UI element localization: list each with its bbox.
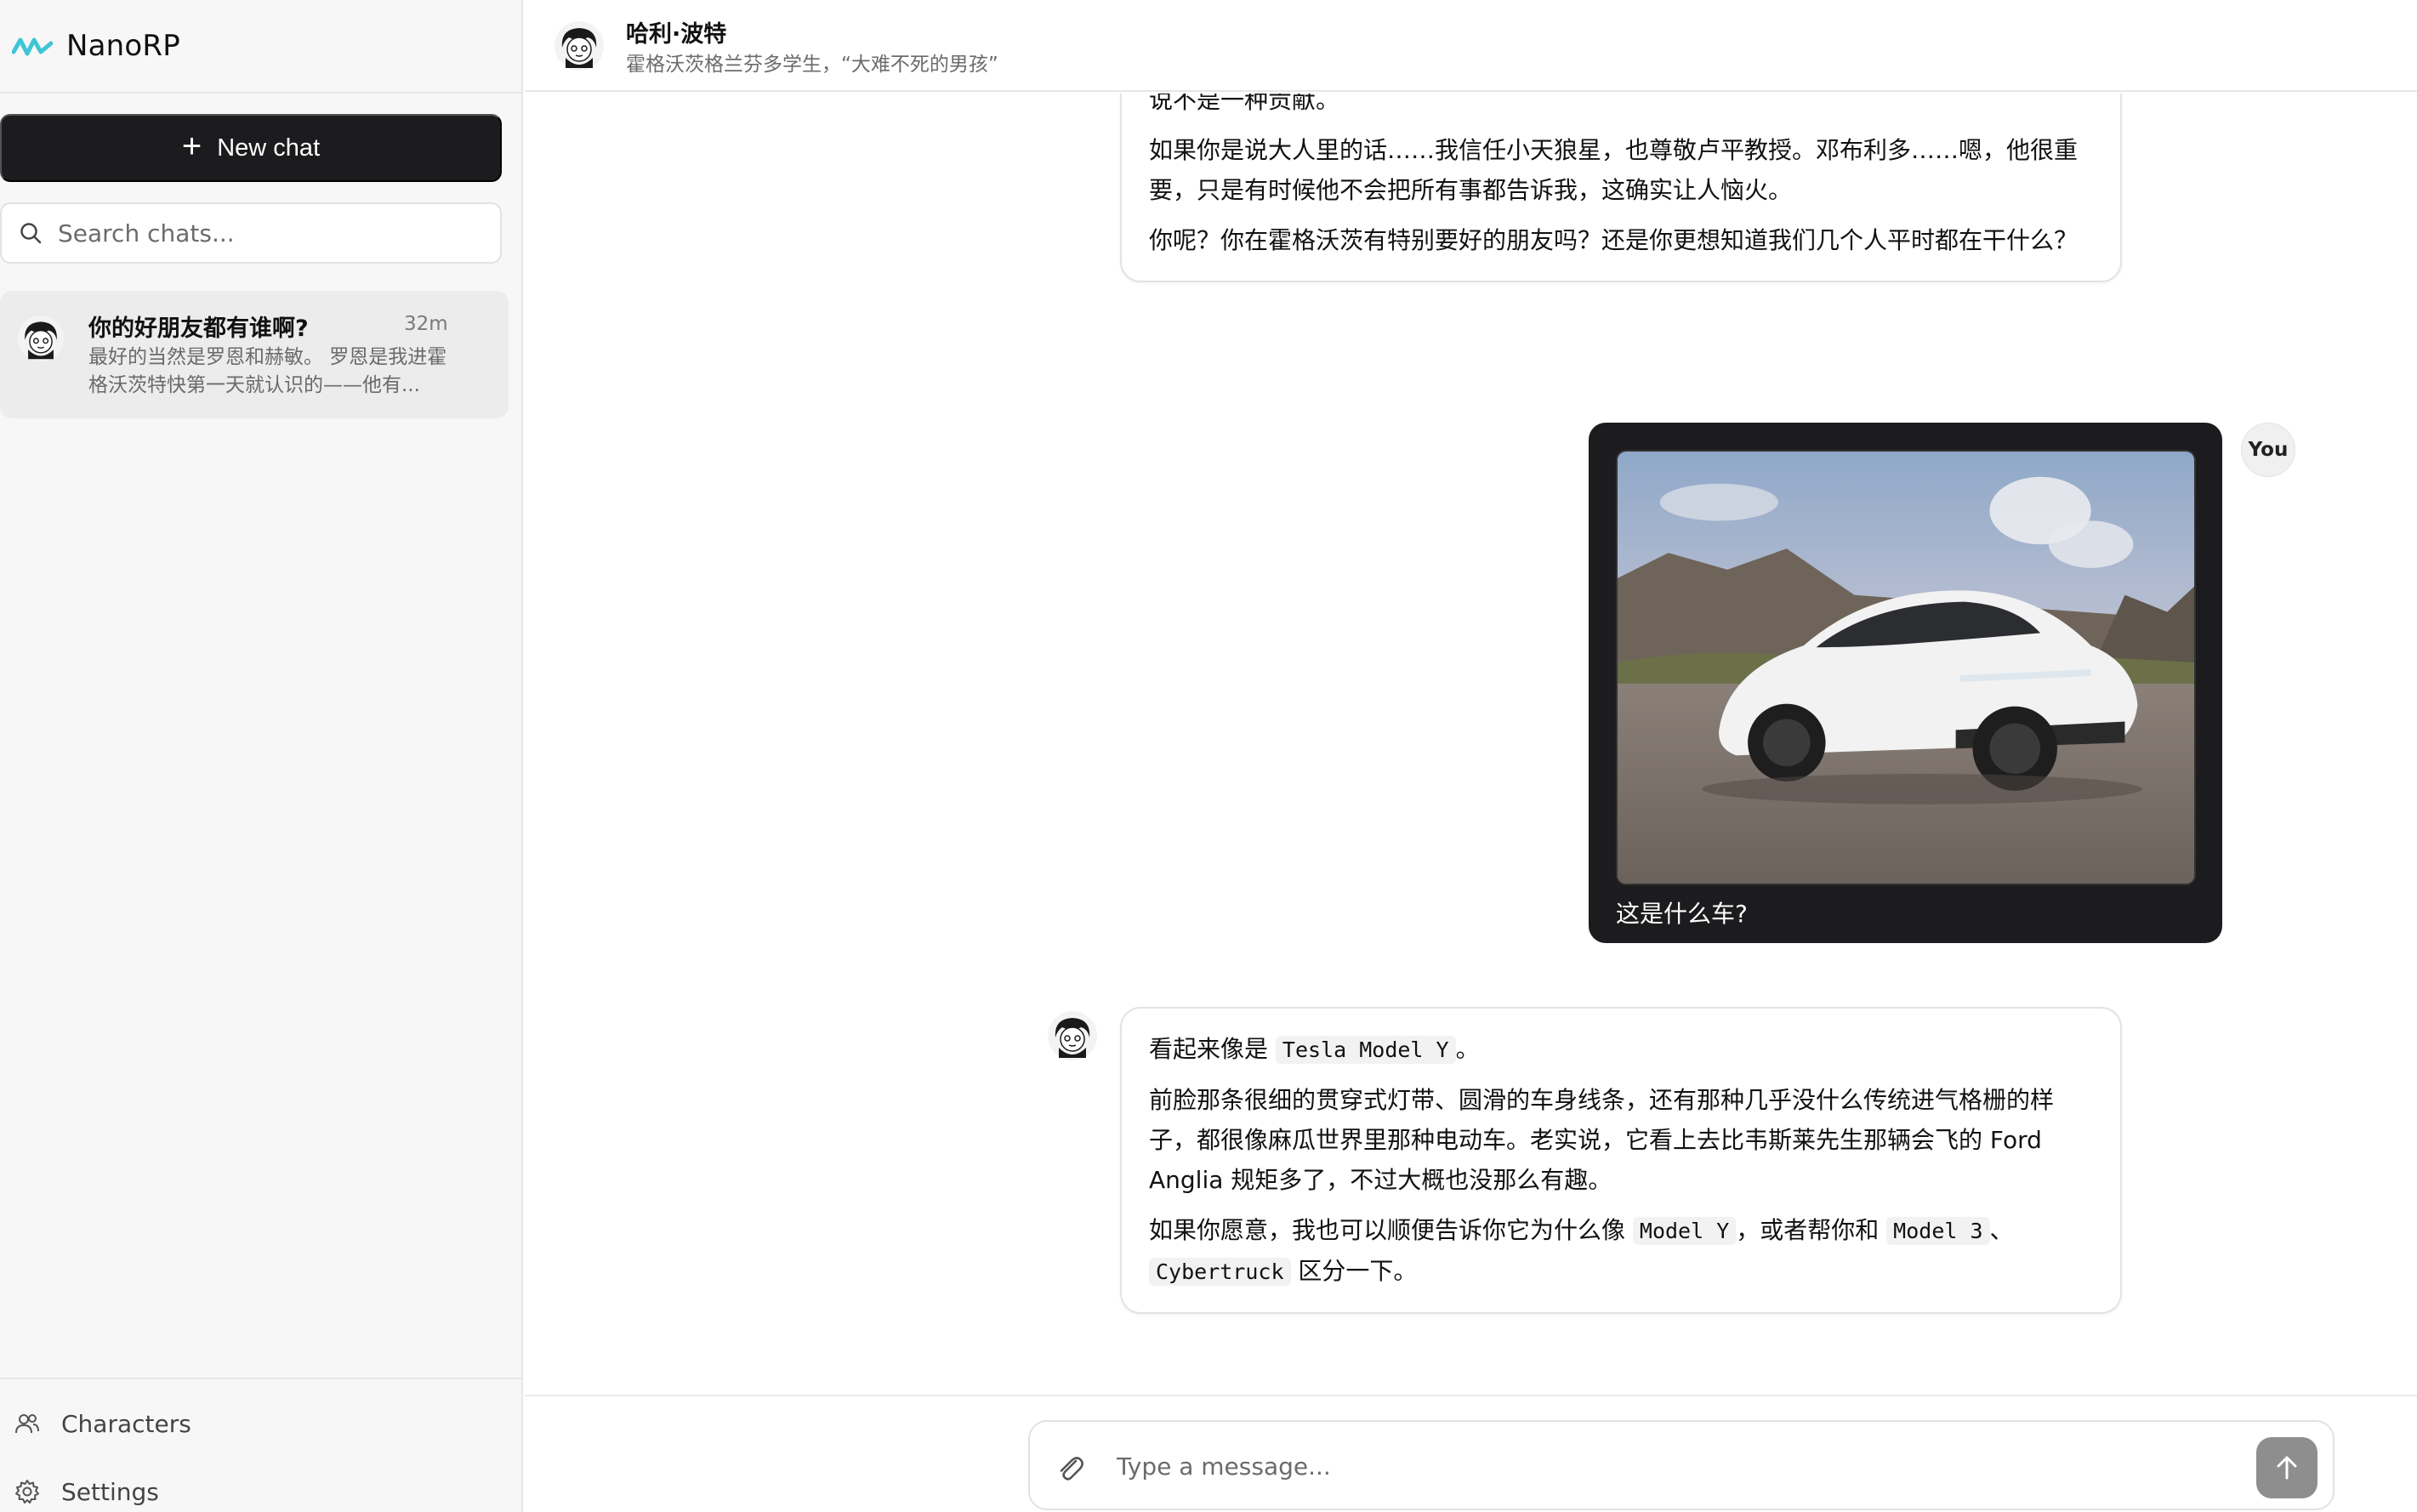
chat-preview: 最好的当然是罗恩和赫敏。 罗恩是我进霍格沃茨特快第一天就认识的——他有... bbox=[88, 346, 447, 396]
chat-time: 32m bbox=[404, 313, 448, 335]
message-paragraph: 前脸那条很细的贯穿式灯带、圆滑的车身线条，还有那种几乎没什么传统进气格栅的样子，… bbox=[1149, 1086, 2055, 1194]
message-caption: 这是什么车? bbox=[1616, 900, 1748, 928]
assistant-message: 看起来像是 Tesla Model Y。 前脸那条很细的贯穿式灯带、圆滑的车身线… bbox=[1120, 1007, 2122, 1314]
chat-list-item[interactable]: 你的好朋友都有谁啊? 32m 最好的当然是罗恩和赫敏。 罗恩是我进霍格沃茨特快第… bbox=[0, 291, 509, 418]
paperclip-icon[interactable] bbox=[1054, 1451, 1088, 1485]
message-paragraph: 要说别的朋友，金妮、纳威、卢娜我也很信任。还有双胞胎——弗雷德和乔治——他们总能… bbox=[1149, 94, 1340, 114]
search-icon bbox=[19, 221, 43, 245]
message-paragraph: 如果你是说大人里的话……我信任小天狼星，也尊敬卢平教授。邓布利多……嗯，他很重要… bbox=[1149, 136, 2079, 204]
message-paragraph: 你呢？你在霍格沃茨有特别要好的朋友吗？还是你更想知道我们几个人平时都在干什么？ bbox=[1149, 226, 2079, 254]
character-avatar bbox=[1048, 1011, 1097, 1060]
search-box[interactable] bbox=[0, 202, 502, 264]
sidebar-item-settings[interactable]: Settings bbox=[14, 1471, 159, 1512]
sidebar: NanoRP + New chat 你的好朋友都有谁啊? 32m 最好的当然是罗… bbox=[0, 0, 523, 1512]
inline-code: Cybertruck bbox=[1149, 1258, 1291, 1286]
search-input[interactable] bbox=[58, 219, 466, 247]
attached-image[interactable] bbox=[1616, 450, 2196, 885]
assistant-message: 要说别的朋友，金妮、纳威、卢娜我也很信任。还有双胞胎——弗雷德和乔治——他们总能… bbox=[1120, 94, 2122, 282]
divider bbox=[0, 1378, 523, 1379]
text: 看起来像是 bbox=[1149, 1035, 1276, 1063]
arrow-up-icon bbox=[2272, 1452, 2302, 1483]
divider bbox=[0, 92, 523, 94]
message-paragraph: 看起来像是 Tesla Model Y。 bbox=[1149, 1029, 2093, 1070]
composer-area bbox=[525, 1395, 2417, 1512]
message-list: 要说别的朋友，金妮、纳威、卢娜我也很信任。还有双胞胎——弗雷德和乔治——他们总能… bbox=[525, 94, 2417, 1395]
composer bbox=[1028, 1420, 2335, 1510]
message-paragraph: 如果你愿意，我也可以顺便告诉你它为什么像 Model Y ，或者帮你和 Model… bbox=[1149, 1210, 2093, 1292]
text: 区分一下。 bbox=[1290, 1257, 1418, 1285]
sidebar-item-label: Settings bbox=[61, 1477, 159, 1506]
sidebar-item-characters[interactable]: Characters bbox=[14, 1403, 191, 1444]
text: 、 bbox=[1989, 1216, 2014, 1244]
user-avatar: You bbox=[2241, 423, 2295, 477]
chat-header: 哈利·波特 霍格沃茨格兰芬多学生，“大难不死的男孩” bbox=[525, 0, 2417, 92]
inline-code: Model Y bbox=[1632, 1217, 1737, 1245]
character-avatar bbox=[17, 315, 65, 362]
text: 。 bbox=[1455, 1035, 1480, 1063]
app-name: NanoRP bbox=[66, 29, 180, 63]
nanorp-logo-icon bbox=[12, 33, 53, 59]
text: ，或者帮你和 bbox=[1736, 1216, 1887, 1244]
character-description: 霍格沃茨格兰芬多学生，“大难不死的男孩” bbox=[626, 54, 998, 76]
brand: NanoRP bbox=[12, 22, 180, 70]
inline-code: Tesla Model Y bbox=[1275, 1036, 1456, 1064]
sidebar-item-label: Characters bbox=[61, 1409, 191, 1438]
character-avatar bbox=[554, 21, 604, 71]
users-icon bbox=[14, 1410, 41, 1437]
gear-icon bbox=[14, 1478, 41, 1505]
chat-title: 你的好朋友都有谁啊? bbox=[88, 315, 309, 342]
new-chat-button[interactable]: + New chat bbox=[0, 114, 502, 182]
message-input[interactable] bbox=[1117, 1442, 2205, 1490]
character-name: 哈利·波特 bbox=[626, 21, 727, 48]
text: 如果你愿意，我也可以顺便告诉你它为什么像 bbox=[1149, 1216, 1633, 1244]
plus-icon: + bbox=[181, 128, 202, 165]
new-chat-label: New chat bbox=[217, 134, 321, 162]
user-message: 这是什么车? bbox=[1589, 423, 2222, 943]
inline-code: Model 3 bbox=[1886, 1217, 1990, 1245]
send-button[interactable] bbox=[2256, 1437, 2317, 1498]
